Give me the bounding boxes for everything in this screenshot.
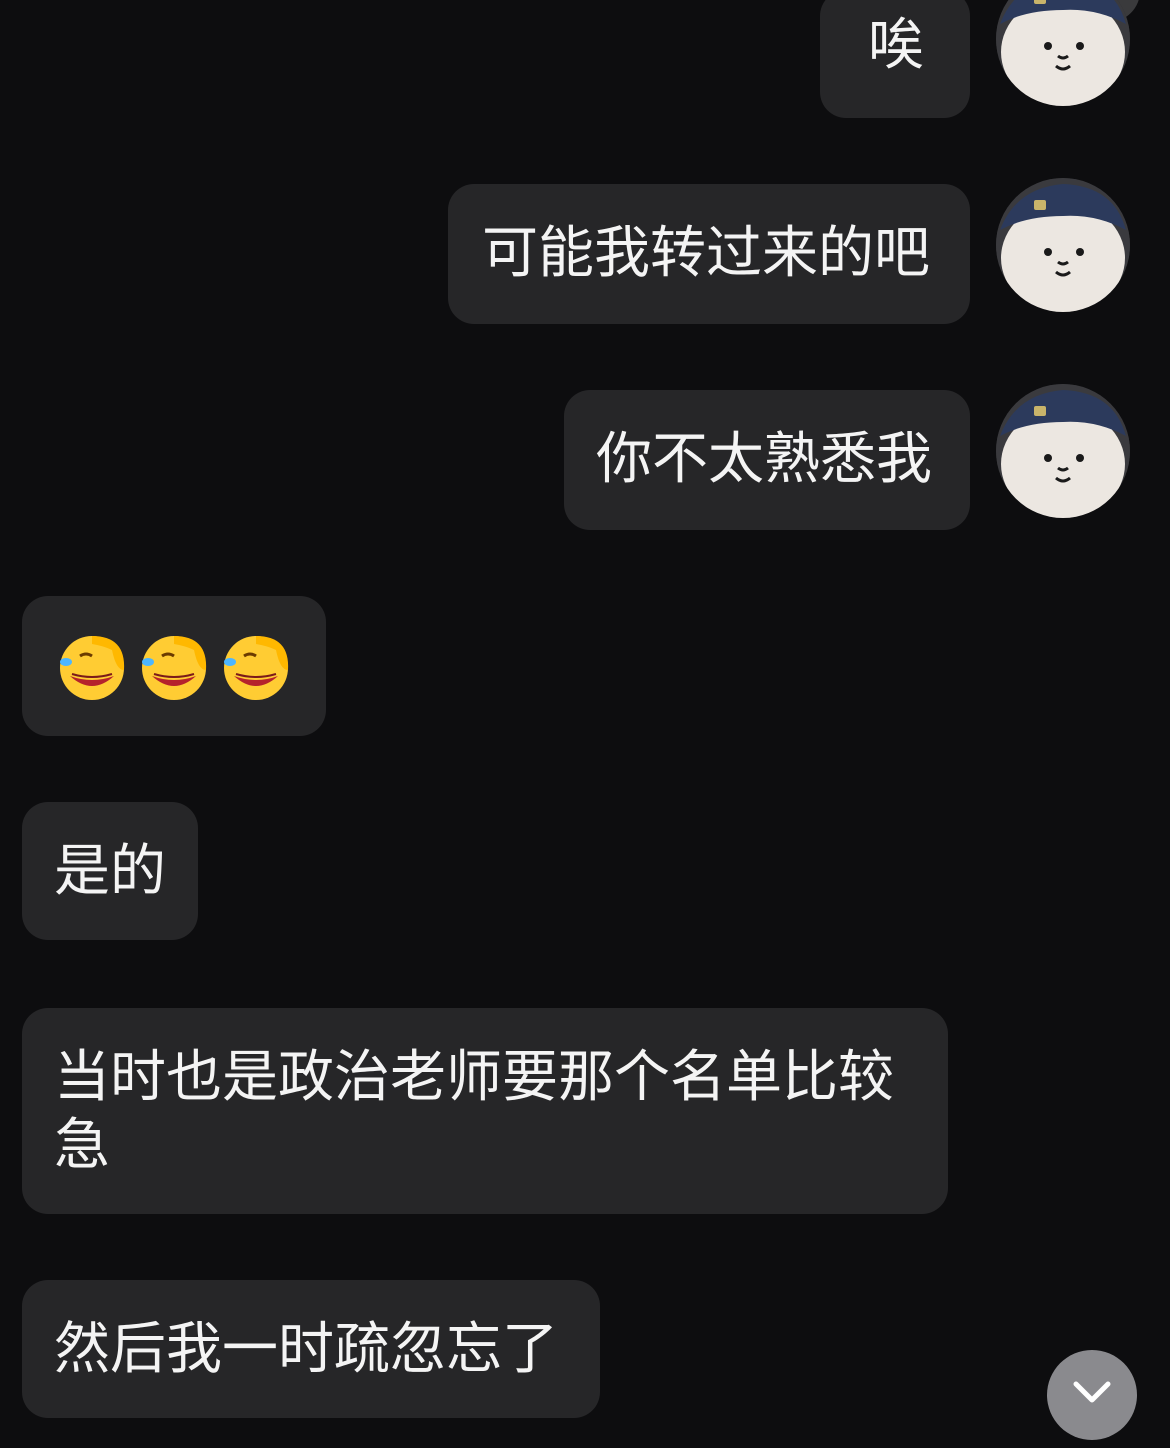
bear-avatar-icon [996, 384, 1130, 518]
avatar[interactable] [996, 0, 1130, 106]
message-bubble-incoming[interactable]: 是的 [22, 802, 198, 940]
face-palm-laugh-emoji [142, 636, 207, 700]
chevron-down-icon [1073, 1381, 1111, 1403]
avatar[interactable] [996, 178, 1130, 312]
message-text: 然后我一时疏忽忘了 [54, 1317, 558, 1382]
avatar[interactable] [996, 384, 1130, 518]
message-bubble-outgoing[interactable]: 可能我转过来的吧 [448, 184, 970, 324]
message-text: 唉 [868, 13, 924, 78]
message-bubble-outgoing[interactable]: 你不太熟悉我 [564, 390, 970, 530]
message-bubble-outgoing[interactable]: 唉 [820, 0, 970, 118]
message-text: 可能我转过来的吧 [482, 221, 930, 286]
message-bubble-incoming[interactable] [22, 596, 326, 736]
emoji-row [56, 596, 326, 736]
message-text: 当时也是政治老师要那个名单比较急 [54, 1045, 894, 1178]
chat-view: 3/3 唉 可能我转过来的吧 你不太熟悉我 [0, 0, 1170, 1448]
message-bubble-incoming[interactable]: 然后我一时疏忽忘了 [22, 1280, 600, 1418]
bear-avatar-icon [996, 0, 1130, 106]
message-text: 是的 [54, 839, 166, 904]
face-palm-laugh-emoji [224, 636, 289, 700]
bear-avatar-icon [996, 178, 1130, 312]
face-palm-laugh-emoji [60, 636, 125, 700]
message-bubble-incoming[interactable]: 当时也是政治老师要那个名单比较急 [22, 1008, 948, 1214]
scroll-to-bottom-button[interactable] [1047, 1350, 1137, 1440]
message-text: 你不太熟悉我 [596, 427, 932, 492]
